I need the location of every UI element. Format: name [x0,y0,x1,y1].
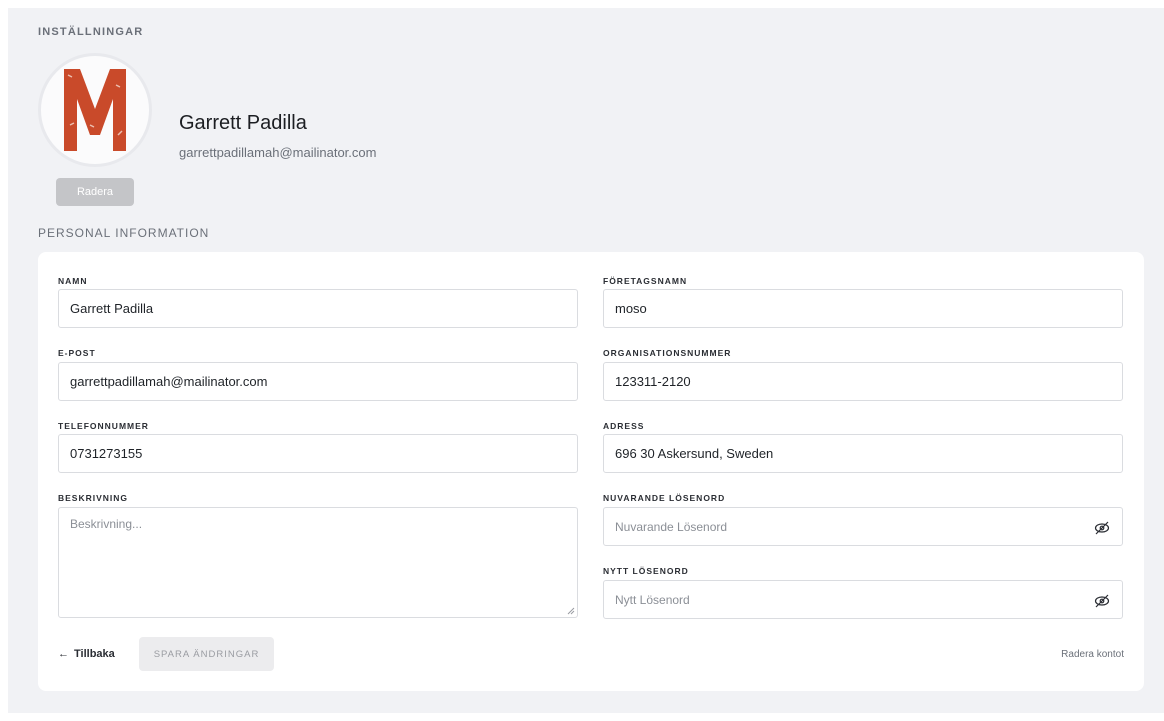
name-value: Garrett Padilla [70,301,154,316]
name-label: NAMN [58,276,88,286]
personal-info-title: PERSONAL INFORMATION [38,226,210,240]
profile-name: Garrett Padilla [179,112,307,134]
letter-m-logo [64,69,126,151]
eye-off-icon[interactable] [1094,520,1110,536]
new-password-label: NYTT LÖSENORD [603,566,689,576]
settings-title: INSTÄLLNINGAR [38,26,144,38]
back-label: Tillbaka [74,648,115,660]
address-field[interactable]: 696 30 Askersund, Sweden [603,434,1123,473]
current-password-label: NUVARANDE LÖSENORD [603,493,726,503]
address-value: 696 30 Askersund, Sweden [615,446,774,461]
save-changes-button[interactable]: SPARA ÄNDRINGAR [139,637,274,671]
company-value: moso [615,301,647,316]
profile-email: garrettpadillamah@mailinator.com [179,145,377,160]
phone-field[interactable]: 0731273155 [58,434,578,473]
current-password-placeholder: Nuvarande Lösenord [615,519,728,534]
eye-off-icon[interactable] [1094,593,1110,609]
current-password-field[interactable]: Nuvarande Lösenord [603,507,1123,546]
email-label: E-POST [58,348,96,358]
back-link[interactable]: ← Tillbaka [58,648,115,660]
personal-info-card: NAMN Garrett Padilla FÖRETAGSNAMN moso E… [38,252,1144,691]
company-label: FÖRETAGSNAMN [603,276,688,286]
description-label: BESKRIVNING [58,493,129,503]
description-textarea[interactable]: Beskrivning... [58,507,578,618]
company-field[interactable]: moso [603,289,1123,328]
address-label: ADRESS [603,421,645,431]
phone-value: 0731273155 [70,446,143,461]
avatar[interactable] [38,53,152,167]
new-password-placeholder: Nytt Lösenord [615,592,690,607]
resize-handle-icon[interactable] [567,607,575,615]
delete-account-link[interactable]: Radera kontot [1061,649,1124,660]
org-number-value: 123311-2120 [615,374,691,389]
phone-label: TELEFONNUMMER [58,421,149,431]
new-password-field[interactable]: Nytt Lösenord [603,580,1123,619]
org-number-field[interactable]: 123311-2120 [603,362,1123,401]
org-number-label: ORGANISATIONSNUMMER [603,348,732,358]
email-value: garrettpadillamah@mailinator.com [70,374,268,389]
email-field[interactable]: garrettpadillamah@mailinator.com [58,362,578,401]
delete-avatar-button[interactable]: Radera [56,178,134,206]
arrow-left-icon: ← [58,648,69,660]
name-field[interactable]: Garrett Padilla [58,289,578,328]
description-placeholder: Beskrivning... [70,517,143,531]
settings-page: INSTÄLLNINGAR Radera Garrett Padilla gar… [8,8,1164,713]
